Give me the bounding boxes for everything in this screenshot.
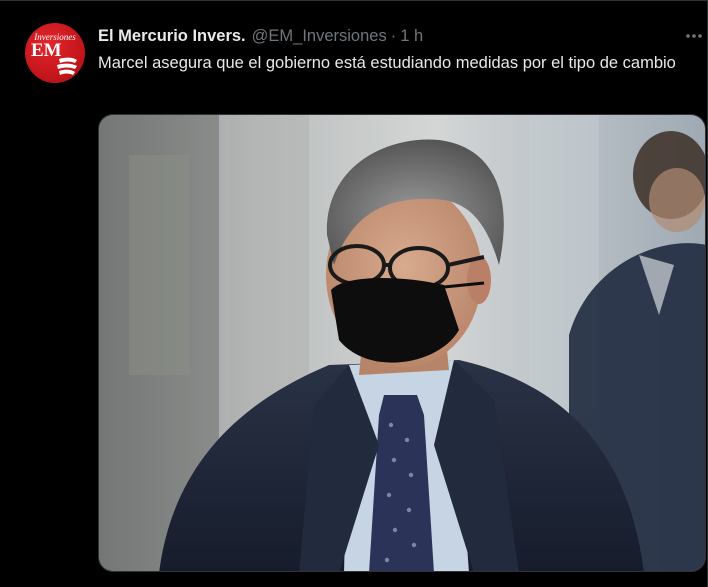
avatar-logo-icon — [57, 57, 77, 75]
more-options-button[interactable] — [683, 25, 705, 47]
tweet-card[interactable]: Inversiones EM El Mercurio Invers. @EM_I… — [0, 0, 708, 587]
photo-icon — [99, 115, 705, 571]
tweet-header: El Mercurio Invers. @EM_Inversiones · 1 … — [98, 25, 423, 47]
tweet-photo[interactable] — [98, 114, 706, 572]
timestamp[interactable]: 1 h — [400, 27, 423, 46]
display-name[interactable]: El Mercurio Invers. — [98, 27, 246, 46]
user-handle[interactable]: @EM_Inversiones — [252, 27, 387, 46]
more-horizontal-icon — [686, 34, 702, 38]
tweet-text: Marcel asegura que el gobierno está estu… — [98, 54, 676, 72]
avatar[interactable]: Inversiones EM — [25, 23, 85, 83]
separator-dot: · — [390, 26, 397, 45]
